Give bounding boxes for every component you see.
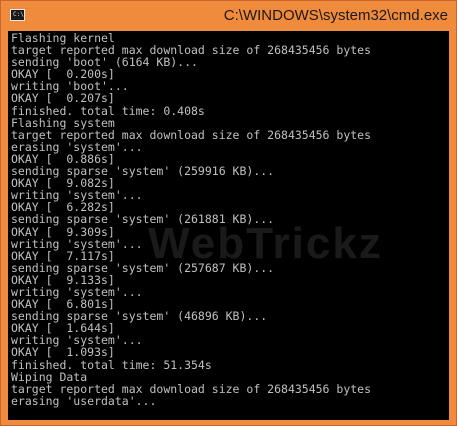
console-line: finished. total time: 51.354s (11, 357, 212, 372)
console-line: target reported max download size of 268… (11, 381, 372, 396)
cmd-window: C:\ C:\WINDOWS\system32\cmd.exe Flashing… (0, 0, 457, 426)
console-line: OKAY [ 0.207s] (11, 91, 115, 106)
scrollbar[interactable] (449, 31, 456, 420)
console-output[interactable]: Flashing kernel target reported max downl… (8, 31, 449, 420)
console-line: erasing 'userdata'... (11, 393, 157, 408)
console-line: Wiping Data (11, 369, 88, 384)
window-title: C:\WINDOWS\system32\cmd.exe (223, 7, 448, 24)
cmd-icon[interactable]: C:\ (10, 9, 25, 21)
console-line: finished. total time: 0.408s (11, 103, 205, 118)
console-line: OKAY [ 1.093s] (11, 345, 115, 360)
title-bar[interactable]: C:\ C:\WINDOWS\system32\cmd.exe (1, 1, 456, 31)
console-line: Flashing system (11, 115, 115, 130)
watermark: WebTrickz (148, 219, 383, 268)
